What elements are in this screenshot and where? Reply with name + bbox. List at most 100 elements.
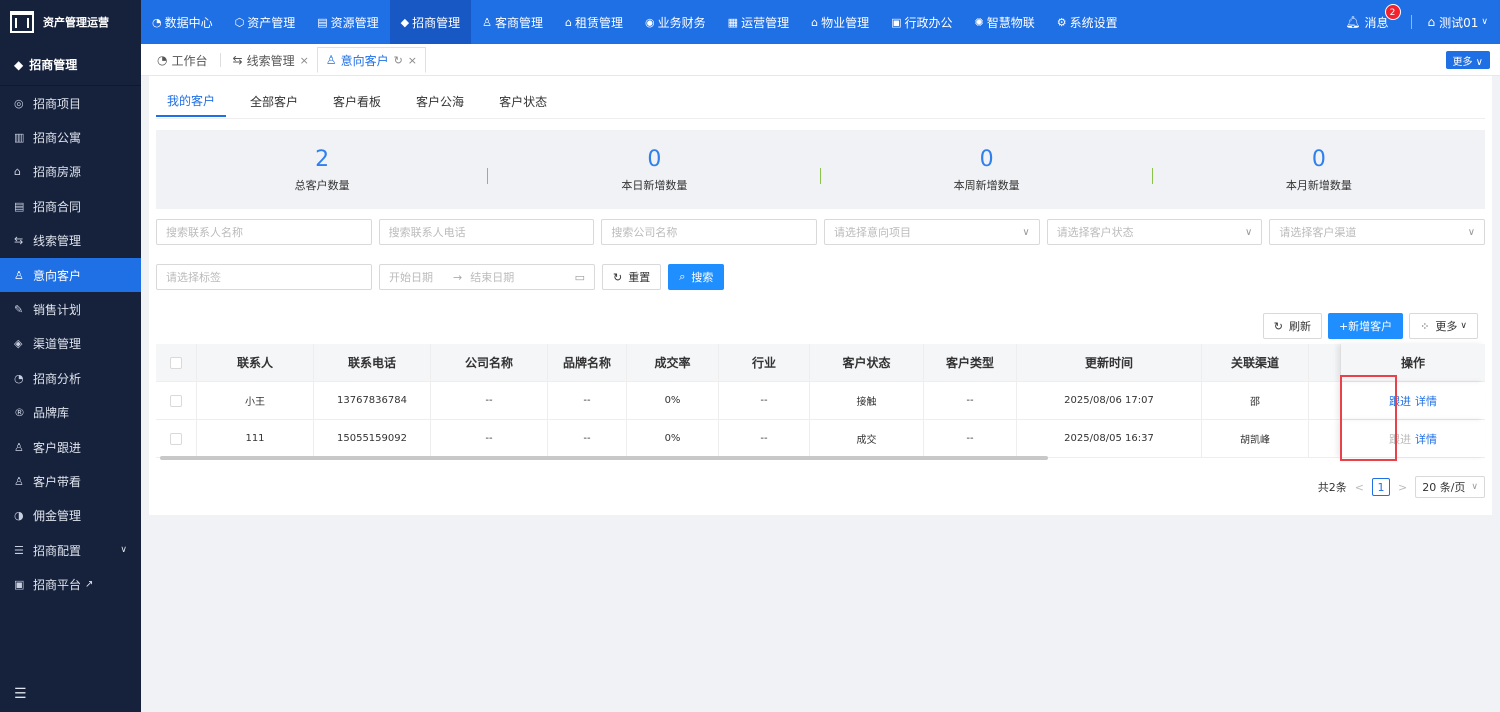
sidebar-item-sales-plan[interactable]: ✎ 销售计划 bbox=[0, 292, 141, 326]
tab-separator bbox=[219, 53, 221, 67]
subtab-customer-pool[interactable]: 客户公海 bbox=[405, 86, 475, 117]
close-icon[interactable]: × bbox=[408, 54, 417, 67]
page-tabs-bar: ◔ 工作台 ⇆ 线索管理 × ♙ 意向客户 ↻ × 更多 ∨ bbox=[141, 44, 1500, 76]
tab-leads[interactable]: ⇆ 线索管理 × bbox=[225, 47, 317, 73]
table-cell: 0% bbox=[627, 420, 719, 457]
users-icon: ♙ bbox=[482, 15, 493, 29]
top-nav-asset[interactable]: ⬡ 资产管理 bbox=[224, 0, 307, 44]
top-nav-settings[interactable]: ⚙ 系统设置 bbox=[1046, 0, 1129, 44]
project-select[interactable]: 请选择意向项目 ∨ bbox=[824, 219, 1040, 245]
prev-page-button[interactable]: < bbox=[1355, 481, 1364, 494]
page-size-select[interactable]: 20 条/页 ∨ bbox=[1415, 476, 1485, 498]
table-cell: -- bbox=[431, 382, 548, 419]
close-icon[interactable]: × bbox=[300, 54, 309, 67]
sidebar-item-follow-up[interactable]: ♙ 客户跟进 bbox=[0, 430, 141, 464]
start-date: 开始日期 bbox=[389, 271, 433, 284]
add-customer-button[interactable]: +新增客户 bbox=[1327, 313, 1404, 339]
next-page-button[interactable]: > bbox=[1398, 481, 1407, 494]
more-actions-button[interactable]: ⁘ 更多 ∨ bbox=[1409, 313, 1478, 339]
subtab-all-customers[interactable]: 全部客户 bbox=[239, 86, 309, 117]
topbar-right: 🔔︎ 消息 2 ⌂ 测试01 ∨ bbox=[1345, 3, 1500, 31]
column-header: 关联渠道 bbox=[1202, 344, 1309, 381]
horizontal-scrollbar[interactable] bbox=[160, 456, 1048, 460]
company-name-input[interactable]: 搜索公司名称 bbox=[601, 219, 818, 245]
brand-logo[interactable]: 资产管理运营 bbox=[0, 0, 141, 44]
current-page[interactable]: 1 bbox=[1371, 478, 1390, 496]
filter-form: 搜索联系人名称 搜索联系人电话 搜索公司名称 请选择意向项目 ∨ 请选择客户状态 ∨… bbox=[156, 219, 1486, 309]
row-checkbox-cell bbox=[156, 420, 197, 457]
top-nav-data-center[interactable]: ◔ 数据中心 bbox=[141, 0, 224, 44]
house-icon: ⌂ bbox=[565, 15, 573, 29]
top-nav-investment[interactable]: ◆ 招商管理 bbox=[389, 0, 472, 44]
sidebar-item-intended-customers[interactable]: ♙ 意向客户 bbox=[0, 257, 141, 293]
select-all-checkbox[interactable] bbox=[170, 356, 182, 369]
pagination: 共2条 < 1 > 20 条/页 ∨ bbox=[1318, 476, 1485, 498]
contact-name-input[interactable]: 搜索联系人名称 bbox=[156, 219, 372, 245]
table-cell: 接触 bbox=[810, 382, 924, 419]
user-menu[interactable]: ⌂ 测试01 ∨ bbox=[1428, 14, 1489, 31]
sidebar-item-contracts[interactable]: ▤ 招商合同 bbox=[0, 189, 141, 223]
channel-icon: ◈ bbox=[14, 337, 23, 351]
tabs-more-button[interactable]: 更多 ∨ bbox=[1445, 51, 1490, 69]
sidebar-item-projects[interactable]: ◎ 招商项目 bbox=[0, 86, 141, 120]
message-count-badge: 2 bbox=[1384, 3, 1401, 20]
collapse-menu-icon[interactable]: ☰ bbox=[14, 686, 27, 702]
stat-value: 2 bbox=[315, 147, 330, 172]
top-nav-iot[interactable]: ✺ 智慧物联 bbox=[964, 0, 1046, 44]
reset-button[interactable]: ↻ 重置 bbox=[602, 264, 662, 290]
tab-workbench[interactable]: ◔ 工作台 bbox=[149, 47, 216, 73]
subtab-customer-board[interactable]: 客户看板 bbox=[322, 86, 392, 117]
row-checkbox[interactable] bbox=[170, 432, 182, 445]
sidebar-item-commission[interactable]: ◑ 佣金管理 bbox=[0, 499, 141, 533]
subtab-divider bbox=[156, 118, 1485, 119]
stat-value: 0 bbox=[979, 147, 994, 172]
subtab-customer-status[interactable]: 客户状态 bbox=[488, 86, 558, 117]
sidebar-item-analysis[interactable]: ◔ 招商分析 bbox=[0, 361, 141, 395]
refresh-icon: ↻ bbox=[1273, 319, 1283, 333]
sidebar-item-config[interactable]: ☰ 招商配置 ∨ bbox=[0, 533, 141, 567]
sidebar-item-channels[interactable]: ◈ 渠道管理 bbox=[0, 327, 141, 361]
search-button[interactable]: ⌕ 搜索 bbox=[668, 264, 725, 290]
sidebar-item-brands[interactable]: ® 品牌库 bbox=[0, 396, 141, 430]
table-cell: -- bbox=[924, 420, 1017, 457]
top-nav-resource[interactable]: ▤ 资源管理 bbox=[306, 0, 389, 44]
sidebar-item-platform[interactable]: ▣ 招商平台 ↗ bbox=[0, 567, 141, 601]
cube-icon: ⬡ bbox=[234, 15, 245, 29]
table-cell: 小王 bbox=[197, 382, 314, 419]
top-nav-property[interactable]: ⌂ 物业管理 bbox=[800, 0, 880, 44]
table-cell bbox=[1309, 382, 1341, 419]
sidebar-item-viewings[interactable]: ♙ 客户带看 bbox=[0, 464, 141, 498]
top-nav-leasing[interactable]: ⌂ 租赁管理 bbox=[554, 0, 634, 44]
top-nav-operation[interactable]: ▦ 运营管理 bbox=[717, 0, 800, 44]
sidebar-item-apartments[interactable]: ▥ 招商公寓 bbox=[0, 120, 141, 154]
tab-intended-customers[interactable]: ♙ 意向客户 ↻ × bbox=[316, 47, 427, 73]
channel-select[interactable]: 请选择客户渠道 ∨ bbox=[1269, 219, 1486, 245]
column-header: 成交率 bbox=[627, 344, 719, 381]
stat-month-new: 0 本月新增数量 bbox=[1153, 146, 1485, 193]
house-icon: ⌂ bbox=[14, 165, 21, 179]
contact-phone-input[interactable]: 搜索联系人电话 bbox=[378, 219, 595, 245]
tag-select[interactable]: 请选择标签 bbox=[156, 264, 372, 290]
date-range-picker[interactable]: 开始日期 → 结束日期 ▭ bbox=[379, 264, 595, 290]
chevron-down-icon: ∨ bbox=[120, 545, 127, 556]
column-header bbox=[1309, 344, 1341, 381]
detail-link[interactable]: 详情 bbox=[1415, 431, 1437, 447]
table-cell: -- bbox=[719, 382, 810, 419]
stat-label: 本周新增数量 bbox=[953, 179, 1020, 192]
subtab-my-customers[interactable]: 我的客户 bbox=[156, 86, 227, 117]
status-select[interactable]: 请选择客户状态 ∨ bbox=[1046, 219, 1263, 245]
detail-link[interactable]: 详情 bbox=[1415, 393, 1437, 409]
messages-button[interactable]: 🔔︎ 消息 2 bbox=[1345, 3, 1402, 31]
top-nav-finance[interactable]: ◉ 业务财务 bbox=[634, 0, 717, 44]
sidebar-item-listings[interactable]: ⌂ 招商房源 bbox=[0, 155, 141, 189]
column-header: 行业 bbox=[719, 344, 810, 381]
refresh-button[interactable]: ↻ 刷新 bbox=[1262, 313, 1322, 339]
refresh-icon[interactable]: ↻ bbox=[394, 54, 403, 67]
top-nav-merchant[interactable]: ♙ 客商管理 bbox=[471, 0, 554, 44]
building-icon: ⌂ bbox=[1427, 15, 1436, 29]
sidebar-item-leads[interactable]: ⇆ 线索管理 bbox=[0, 224, 141, 258]
table-cell: 成交 bbox=[810, 420, 924, 457]
top-nav-office[interactable]: ▣ 行政办公 bbox=[880, 0, 963, 44]
row-checkbox[interactable] bbox=[170, 394, 182, 407]
table-cell: -- bbox=[548, 382, 627, 419]
